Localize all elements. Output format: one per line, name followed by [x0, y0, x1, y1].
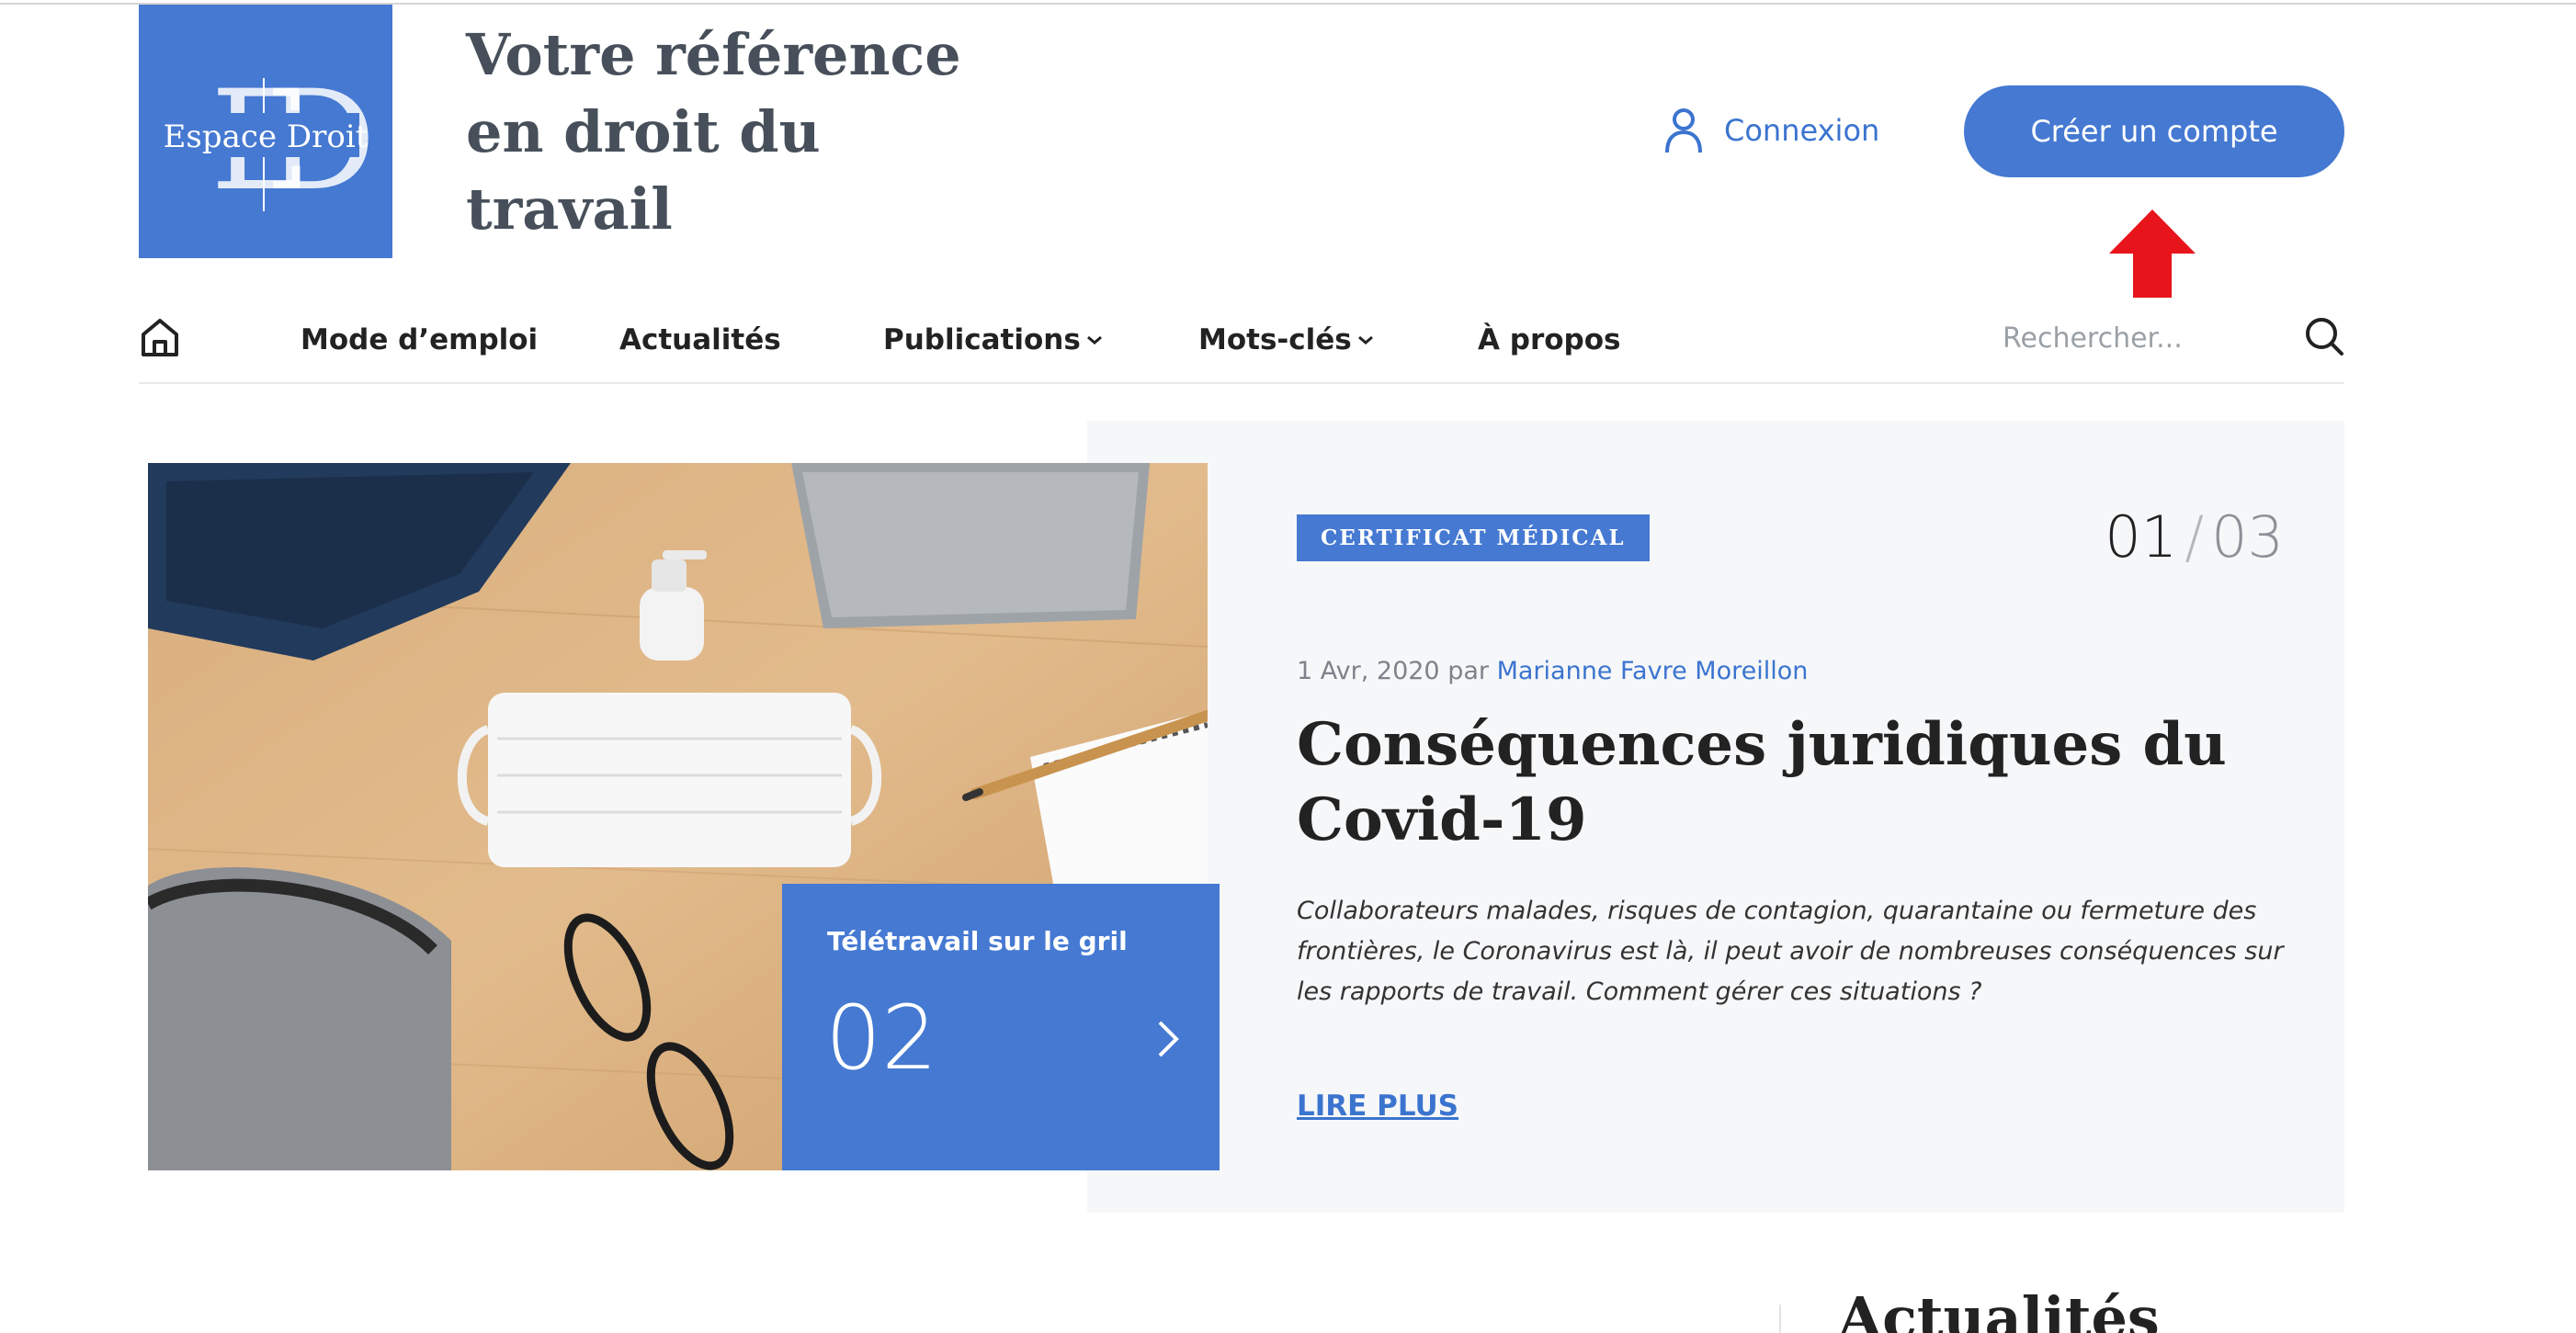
site-logo[interactable]: E D Espace Droit	[139, 5, 392, 258]
read-more-link[interactable]: LIRE PLUS	[1297, 1090, 1458, 1123]
slide-counter: 01/03	[2105, 503, 2284, 570]
search-input[interactable]	[2003, 318, 2241, 358]
search-icon[interactable]	[2304, 316, 2344, 356]
create-account-label: Créer un compte	[2030, 114, 2278, 149]
site-tagline: Votre référence en droit du travail	[466, 21, 961, 243]
post-title[interactable]: Conséquences juridiques du Covid-19	[1297, 707, 2298, 858]
next-slide-title: Télétravail sur le gril	[827, 926, 1128, 956]
nav-item-mode-emploi[interactable]: Mode d’emploi	[301, 323, 538, 356]
nav-item-label: Mode d’emploi	[301, 323, 539, 356]
post-author-link[interactable]: Marianne Favre Moreillon	[1497, 657, 1809, 685]
next-slide-card[interactable]: Télétravail sur le gril 02	[782, 884, 1220, 1170]
slide-counter-current: 01	[2105, 503, 2178, 570]
nav-item-label: Actualités	[619, 323, 781, 356]
chevron-down-icon	[1357, 335, 1373, 345]
nav-item-label: À propos	[1478, 323, 1621, 356]
section-divider	[1779, 1305, 1781, 1333]
logo-mark: E D Espace Droit	[164, 62, 377, 221]
arrow-up-icon	[2109, 209, 2196, 298]
post-by: par	[1447, 657, 1489, 685]
post-excerpt: Collaborateurs malades, risques de conta…	[1297, 897, 2284, 1006]
nav-item-actualites[interactable]: Actualités	[619, 323, 781, 356]
create-account-button[interactable]: Créer un compte	[1964, 85, 2344, 177]
category-label: CERTIFICAT MÉDICAL	[1321, 525, 1626, 550]
chevron-down-icon	[1086, 335, 1102, 345]
slide-counter-separator: /	[2184, 503, 2205, 570]
next-slide-number: 02	[825, 987, 938, 1090]
slide-counter-total: 03	[2211, 503, 2284, 570]
logo-text: Espace Droit	[164, 119, 369, 155]
post-date: 1 Avr, 2020	[1297, 657, 1440, 685]
nav-item-label: Publications	[883, 323, 1081, 356]
user-icon	[1665, 108, 1702, 153]
nav-item-label: Mots-clés	[1198, 323, 1352, 356]
nav-item-publications[interactable]: Publications	[883, 323, 1103, 356]
main-navigation: Mode d’emploi Actualités Publications Mo…	[139, 303, 2344, 384]
nav-item-a-propos[interactable]: À propos	[1478, 323, 1621, 356]
section-title-actualites: Actualités	[1838, 1284, 2160, 1333]
login-link[interactable]: Connexion	[1663, 107, 1879, 154]
chevron-right-icon[interactable]	[1155, 1018, 1181, 1060]
post-meta: 1 Avr, 2020 par Marianne Favre Moreillon	[1297, 657, 1808, 685]
login-label: Connexion	[1724, 113, 1880, 148]
home-icon[interactable]	[139, 316, 181, 358]
nav-item-mots-cles[interactable]: Mots-clés	[1198, 323, 1374, 356]
category-badge[interactable]: CERTIFICAT MÉDICAL	[1297, 514, 1650, 561]
